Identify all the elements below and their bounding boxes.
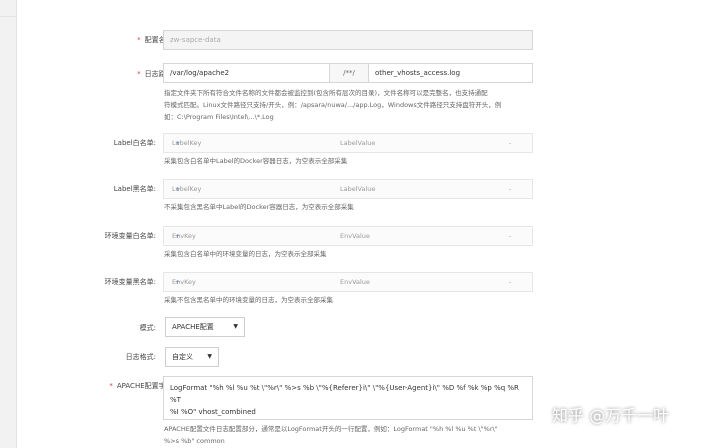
label-key-field: LabelKey [172,139,202,147]
env-value-field[interactable]: EnvValue [340,273,370,292]
label-blacklist-kv[interactable]: LabelKey + LabelValue - [163,179,533,199]
apache-field-label: * APACHE配置字段: [109,382,175,390]
log-format-label: 日志格式: [125,353,156,361]
log-file-pattern-input[interactable]: other_vhosts_access.log [368,63,533,83]
caret-down-icon: ▼ [233,323,238,330]
apache-field-hint: APACHE配置文件日志配置部分，通常是以LogFormat开头的一行配置，例如… [164,425,498,445]
log-dir-input[interactable]: /var/log/apache2 [163,63,330,83]
env-value-field[interactable]: EnvValue [340,227,370,246]
env-blacklist-hint: 采集不包含黑名单中的环境变量的日志，为空表示全部采集 [164,296,333,304]
env-key-field: EnvKey [172,232,196,240]
env-whitelist-hint: 采集包含白名单中的环境变量的日志，为空表示全部采集 [164,250,327,258]
watermark: 知乎 @万千一叶 [552,406,670,425]
env-blacklist-label: 环境变量黑名单: [104,278,156,286]
remove-dash: - [509,185,512,193]
label-blacklist-label: Label黑名单: [113,185,156,193]
config-name-label: * 配置名称: [137,36,175,44]
label-whitelist-hint: 采集包含白名单中Label的Docker容器日志，为空表示全部采集 [164,157,348,165]
env-whitelist-kv[interactable]: EnvKey + EnvValue - [163,226,533,246]
label-whitelist-label: Label白名单: [113,139,156,147]
config-name-input[interactable]: zw-sapce-data [163,30,533,50]
caret-down-icon: ▼ [207,353,212,360]
log-format-select[interactable]: 自定义 ▼ [165,347,219,367]
label-blacklist-hint: 不采集包含黑名单中Label的Docker容器日志，为空表示全部采集 [164,203,354,211]
required-mark: * [109,382,113,390]
required-mark: * [137,70,141,78]
remove-dash: - [509,139,512,147]
config-form-panel: * 配置名称: zw-sapce-data * 日志路径: /var/log/apa… [16,0,720,448]
mode-label: 模式: [139,324,156,332]
remove-dash: - [509,232,512,240]
label-value-field[interactable]: LabelValue [340,180,375,199]
remove-dash: - [509,278,512,286]
env-key-field: EnvKey [172,278,196,286]
top-left-strip [0,0,17,17]
required-mark: * [137,36,141,44]
apache-logformat-textarea[interactable]: LogFormat "%h %l %u %t \"%r\" %>s %b \"%… [163,376,533,420]
log-path-hint: 指定文件夹下所有符合文件名称的文件都会被监控到(包含所有层次的目录)，文件名称可… [164,89,502,121]
log-path-label: * 日志路径: [137,70,175,78]
path-separator: /**/ [329,63,369,83]
label-whitelist-kv[interactable]: LabelKey + LabelValue - [163,133,533,153]
label-value-field[interactable]: LabelValue [340,134,375,153]
mode-select[interactable]: APACHE配置 ▼ [165,317,245,337]
env-blacklist-kv[interactable]: EnvKey + EnvValue - [163,272,533,292]
label-key-field: LabelKey [172,185,202,193]
env-whitelist-label: 环境变量白名单: [104,232,156,240]
